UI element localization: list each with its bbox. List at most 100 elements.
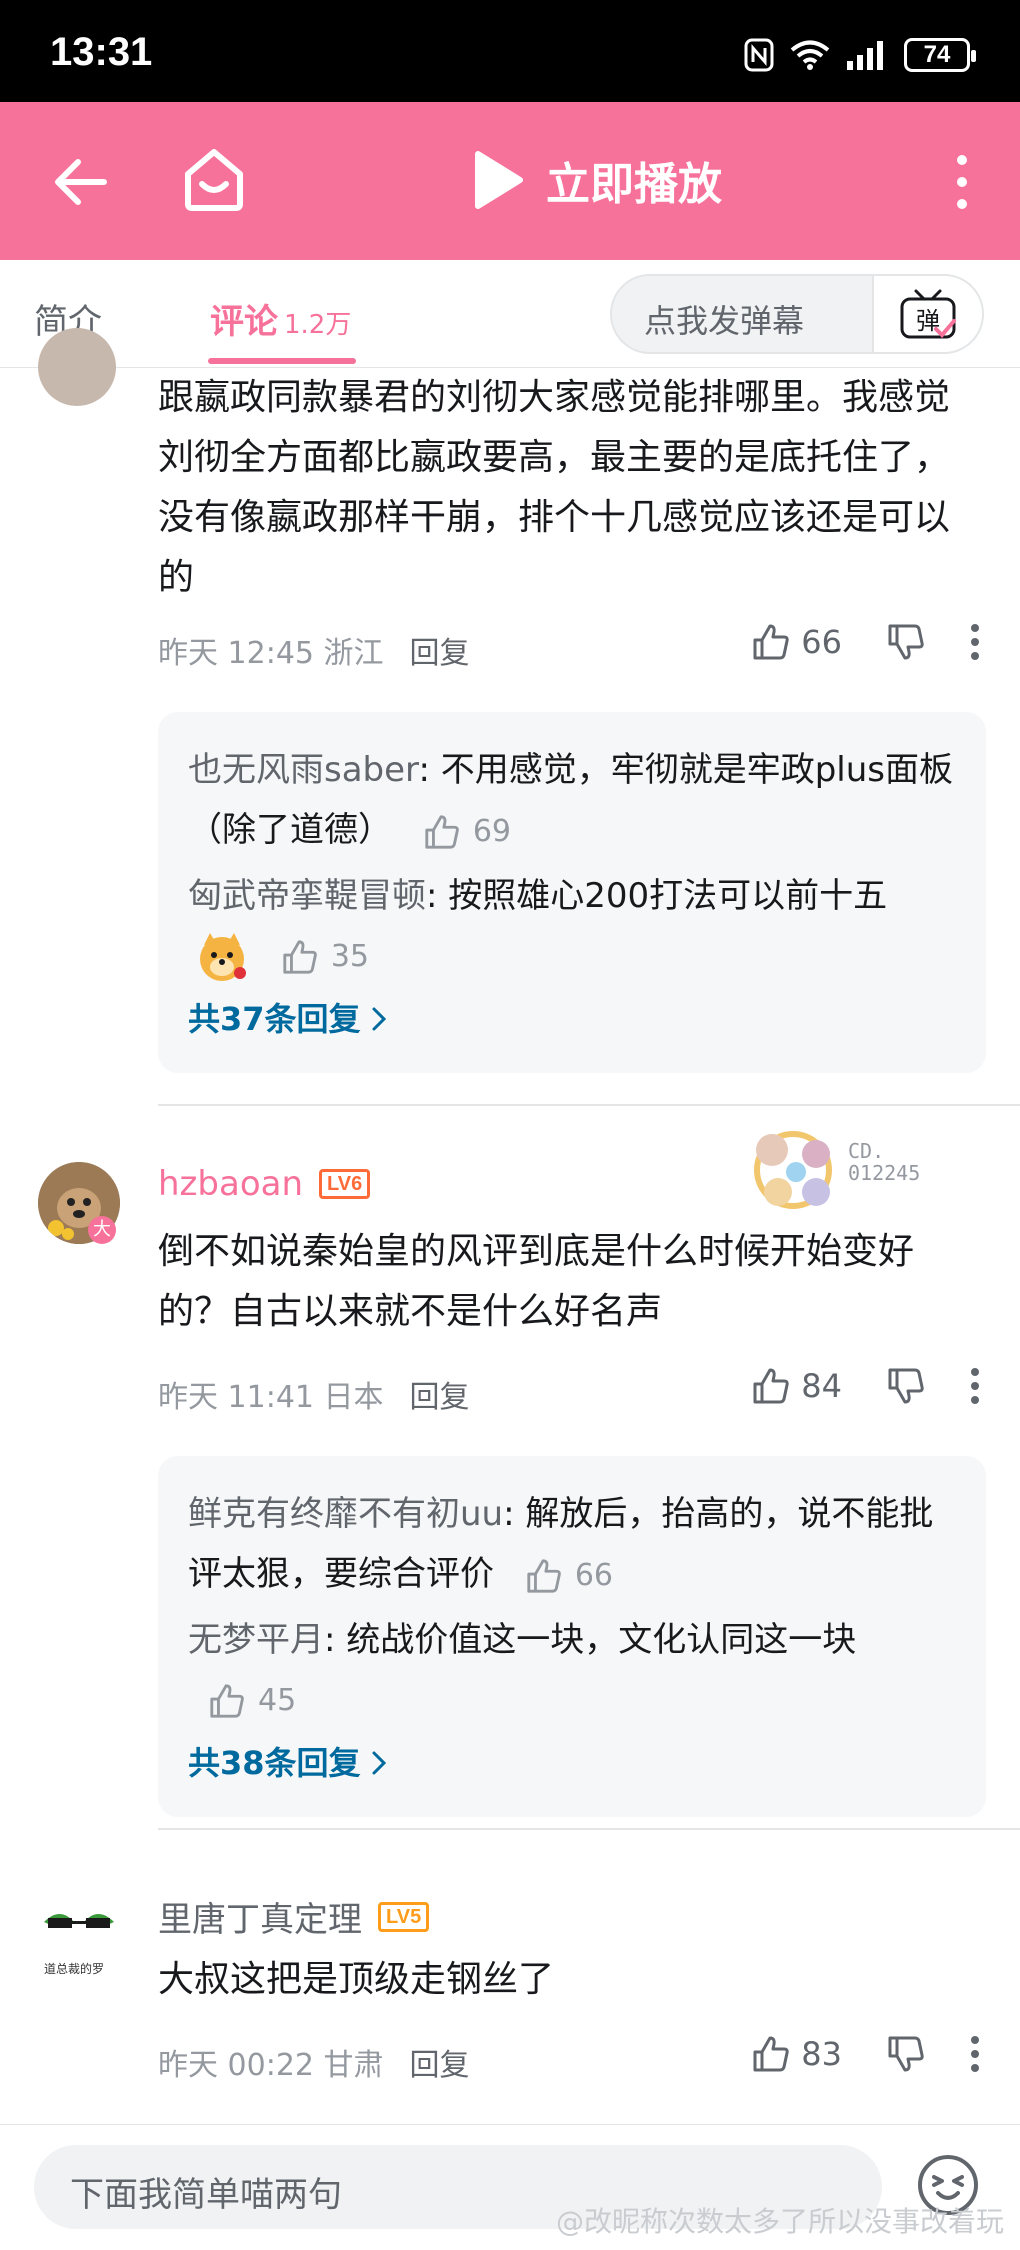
comment-text: 大叔这把是顶级走钢丝了 [158,1959,555,2000]
tab-comments-label: 评论 [210,302,278,342]
like-count: 66 [801,623,842,661]
active-tab-indicator [208,358,356,364]
sub-reply-like[interactable]: 66 [525,1546,613,1606]
level-badge: LV5 [378,1901,430,1932]
like-icon [425,814,459,849]
sub-reply: 无梦平月: 统战价值这一块，文化认同这一块 45 [188,1610,956,1732]
comment-username[interactable]: 里唐丁真定理 [158,1892,362,1941]
comment-actions: 66 [751,622,980,662]
reply-preview-box[interactable]: 也无风雨saber: 不用感觉，牢彻就是牢政plus面板（除了道德） 69 匈武… [158,712,986,1073]
comment-time: 昨天 12:45 [158,636,314,671]
sub-reply-text: 按照雄心200打法可以前十五 [448,875,888,916]
sub-reply-like-count: 69 [472,813,511,849]
comment-divider [158,1828,1020,1830]
sub-reply-user[interactable]: 鲜克有终靡不有初uu [188,1494,503,1534]
like-icon[interactable] [751,622,791,662]
comment-divider [158,1104,1020,1106]
avatar[interactable] [38,328,116,406]
like-icon[interactable] [751,1366,791,1406]
comment-more-icon[interactable] [970,1366,980,1406]
sub-reply-like[interactable]: 69 [423,802,511,862]
more-menu-icon[interactable] [952,154,972,210]
comment-input-placeholder: 下面我简单喵两句 [70,2175,342,2215]
like-count: 83 [801,2035,842,2073]
chevron-right-icon [372,1007,386,1031]
sub-reply-like-count: 45 [258,1683,297,1718]
comment-location: 浙江 [323,636,384,671]
comment-meta: 昨天 00:22 甘肃 回复 [158,2040,470,2084]
home-icon[interactable] [180,146,248,214]
status-bar: 13:31 74 [0,0,1020,102]
sub-reply-user[interactable]: 也无风雨saber [188,750,418,790]
like-icon[interactable] [751,2034,791,2074]
vip-badge: 大 [88,1216,116,1244]
danmu-toggle-button[interactable]: 弹 [872,276,982,352]
reply-button[interactable]: 回复 [410,628,470,672]
signal-icon [847,41,883,70]
top-header: 立即播放 [0,102,1020,260]
status-time: 13:31 [50,30,153,74]
comment-time: 昨天 00:22 [158,2048,314,2083]
view-all-replies-label: 共38条回复 [188,1744,361,1782]
comment-meta: 昨天 11:41 日本 回复 [158,1372,470,1416]
fan-badge-image [754,1131,832,1209]
like-icon [210,1684,244,1718]
comment-location: 甘肃 [323,2048,384,2083]
comment-actions: 83 [751,2034,980,2074]
comment-count: 1.2万 [284,310,352,340]
sub-reply: 匈武帝挛鞮冒顿: 按照雄心200打法可以前十五 35 [188,866,956,988]
view-all-replies-label: 共37条回复 [188,1000,361,1038]
weibo-watermark: @改昵称次数太多了所以没事改着玩 [556,2205,1005,2238]
sub-reply-like-count: 66 [574,1557,613,1593]
danmu-placeholder: 点我发弹幕 [644,302,805,340]
reply-preview-box[interactable]: 鲜克有终靡不有初uu: 解放后，抬高的，说不能批评太狠，要综合评价 66 无梦平… [158,1456,986,1817]
danmu-tv-icon: 弹 [900,289,956,339]
dislike-icon[interactable] [886,1366,926,1406]
comment-text: 倒不如说秦始皇的风评到底是什么时候开始变好的？自古以来就不是什么好名声 [158,1231,915,1332]
doge-emoji-icon [200,933,246,981]
comment-more-icon[interactable] [970,622,980,662]
tab-bar: 简介 评论 1.2万 点我发弹幕 弹 [0,260,1020,368]
comment-actions: 84 [751,1366,980,1406]
wifi-icon [790,40,830,70]
comment-username-row: hzbaoan LV6 [158,1164,371,1204]
comment-location: 日本 [323,1380,384,1415]
sub-reply-like[interactable]: 35 [281,927,369,987]
comment-meta: 昨天 12:45 浙江 回复 [158,628,470,672]
sub-reply-user[interactable]: 无梦平月 [188,1620,324,1660]
comment-username[interactable]: hzbaoan [158,1164,303,1204]
view-all-replies-link[interactable]: 共37条回复 [188,991,956,1047]
sub-reply-like[interactable]: 45 [208,1671,296,1731]
like-icon [283,940,317,974]
play-icon [475,151,523,209]
level-badge: LV6 [319,1169,371,1199]
play-now-button[interactable]: 立即播放 [470,148,722,212]
fan-badge-number: CD. 012245 [848,1139,921,1185]
view-all-replies-link[interactable]: 共38条回复 [188,1735,956,1791]
reply-button[interactable]: 回复 [410,1372,470,1416]
chevron-right-icon [372,1751,386,1775]
back-arrow-icon[interactable] [48,150,112,214]
comment-username-row: 里唐丁真定理 LV5 [158,1892,430,1941]
dislike-icon[interactable] [886,622,926,662]
battery-indicator: 74 [904,38,976,72]
nfc-icon [744,38,774,72]
like-count: 84 [801,1367,842,1405]
sub-reply-user[interactable]: 匈武帝挛鞮冒顿 [188,876,426,916]
play-now-label: 立即播放 [546,159,722,210]
danmu-input[interactable]: 点我发弹幕 弹 [610,274,984,354]
sub-reply-like-count: 35 [330,939,369,974]
dislike-icon[interactable] [886,2034,926,2074]
status-icons: 74 [744,38,976,72]
comment-time: 昨天 11:41 [158,1380,314,1415]
sub-reply: 鲜克有终靡不有初uu: 解放后，抬高的，说不能批评太狠，要综合评价 66 [188,1484,956,1606]
tab-comments[interactable]: 评论 1.2万 [210,294,351,343]
sub-reply-text: 统战价值这一块，文化认同这一块 [346,1619,857,1660]
like-icon [527,1558,561,1593]
reply-button[interactable]: 回复 [410,2040,470,2084]
sub-reply: 也无风雨saber: 不用感觉，牢彻就是牢政plus面板（除了道德） 69 [188,740,956,862]
comment-text: 跟嬴政同款暴君的刘彻大家感觉能排哪里。我感觉刘彻全方面都比嬴政要高，最主要的是底… [158,377,951,598]
fan-badge: CD. 012245 [738,1120,948,1220]
avatar-caption: 道总裁的罗 [44,1962,105,1976]
comment-more-icon[interactable] [970,2034,980,2074]
